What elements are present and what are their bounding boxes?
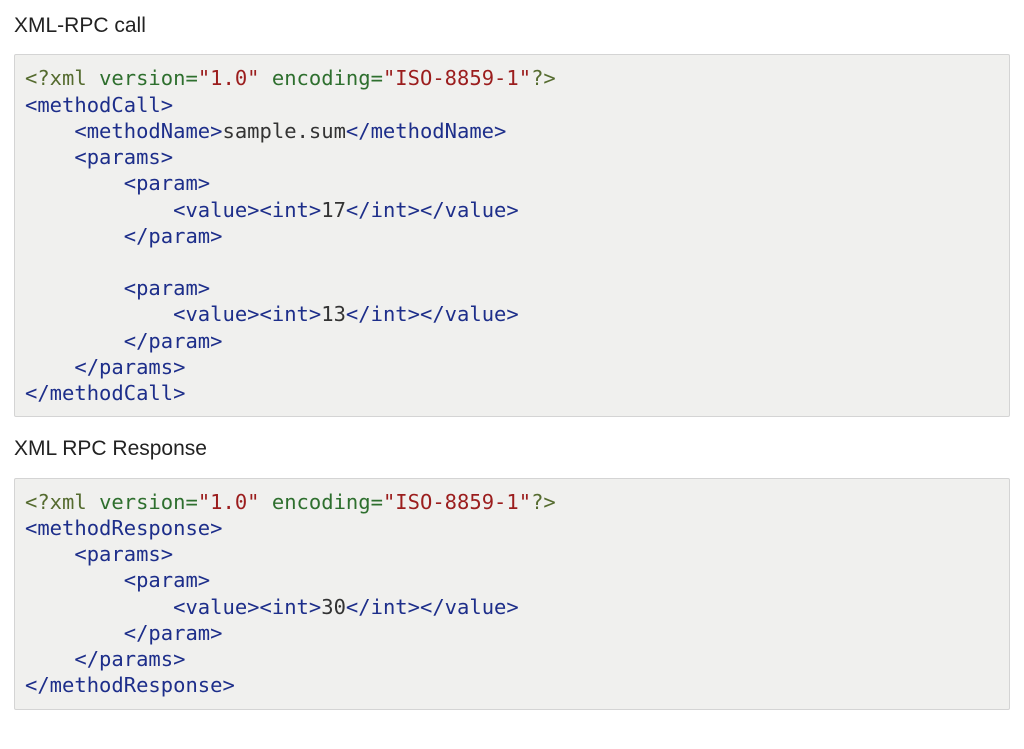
resp-int-open: <int> [260,595,322,619]
xml-decl-version-val: "1.0" [198,66,260,90]
xml-rpc-call-code: <?xml version="1.0" encoding="ISO-8859-1… [14,54,1010,417]
resp-value-open: <value> [173,595,259,619]
value1-close: </value> [420,198,519,222]
resp-xml-decl-close: ?> [531,490,556,514]
xml-decl-encoding-val: "ISO-8859-1" [383,66,531,90]
resp-value-close: </value> [420,595,519,619]
int1-open: <int> [260,198,322,222]
methodcall-open: <methodCall> [25,93,173,117]
resp-xml-decl-open: <?xml [25,490,99,514]
xml-decl-encoding-key: encoding= [260,66,383,90]
value1-open: <value> [173,198,259,222]
methodcall-close: </methodCall> [25,381,185,405]
resp-params-close: </params> [25,647,185,671]
methodname-open: <methodName> [25,119,222,143]
param1-open: <param> [25,171,210,195]
int2-close: </int> [346,302,420,326]
methodresponse-close: </methodResponse> [25,673,235,697]
xml-decl-close: ?> [531,66,556,90]
methodname-text: sample.sum [222,119,345,143]
param1-close: </param> [25,224,222,248]
param2-close: </param> [25,329,222,353]
param2-open: <param> [25,276,210,300]
methodresponse-open: <methodResponse> [25,516,222,540]
methodname-close: </methodName> [346,119,506,143]
resp-xml-decl-encoding-val: "ISO-8859-1" [383,490,531,514]
resp-value-indent [25,595,173,619]
resp-xml-decl-version-val: "1.0" [198,490,260,514]
xml-rpc-response-heading: XML RPC Response [14,435,1010,463]
resp-params-open: <params> [25,542,173,566]
int1-value: 17 [321,198,346,222]
resp-int-value: 30 [321,595,346,619]
resp-param-close: </param> [25,621,222,645]
int1-close: </int> [346,198,420,222]
int2-open: <int> [260,302,322,326]
int2-value: 13 [321,302,346,326]
xml-decl-open: <?xml [25,66,99,90]
params-close: </params> [25,355,185,379]
xml-rpc-call-heading: XML-RPC call [14,12,1010,40]
resp-xml-decl-version-key: version= [99,490,198,514]
resp-int-close: </int> [346,595,420,619]
params-open: <params> [25,145,173,169]
value2-open: <value> [173,302,259,326]
xml-decl-version-key: version= [99,66,198,90]
value2-indent [25,302,173,326]
resp-xml-decl-encoding-key: encoding= [260,490,383,514]
xml-rpc-response-code: <?xml version="1.0" encoding="ISO-8859-1… [14,478,1010,710]
value2-close: </value> [420,302,519,326]
resp-param-open: <param> [25,568,210,592]
value1-indent [25,198,173,222]
